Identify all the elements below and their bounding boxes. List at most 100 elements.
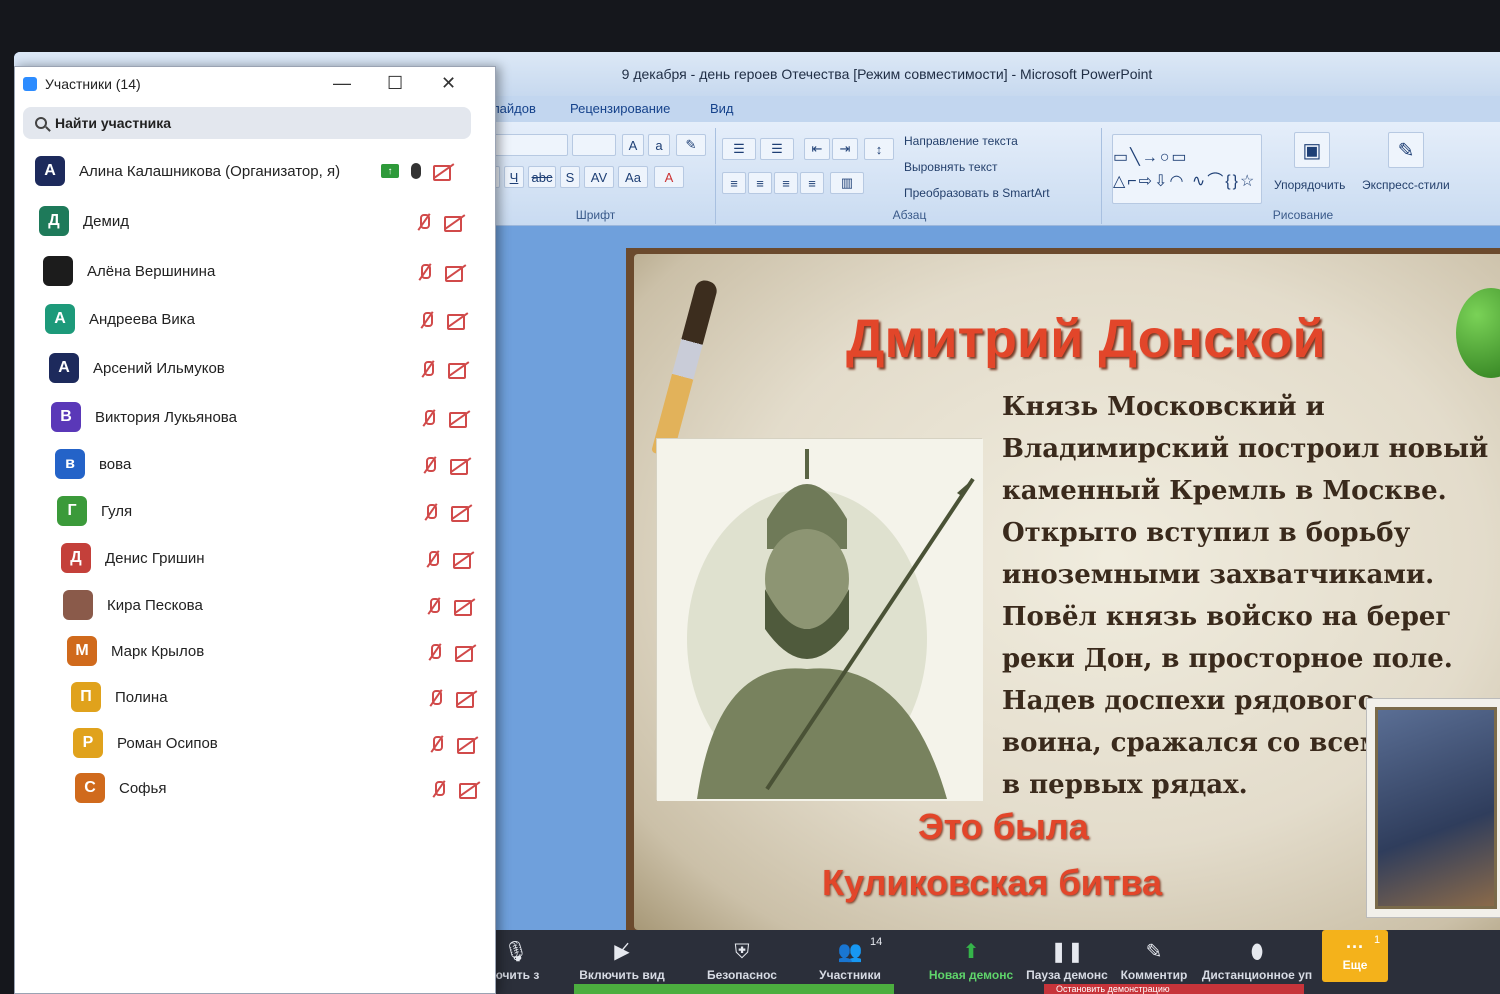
video-off-icon xyxy=(459,781,481,799)
microphone-muted-icon xyxy=(421,503,439,521)
video-off-icon xyxy=(449,410,471,428)
justify-icon[interactable]: ≡ xyxy=(800,172,824,194)
clear-format-icon[interactable]: ✎ xyxy=(676,134,706,156)
participant-name: Кира Пескова xyxy=(107,596,203,614)
participant-status-icons xyxy=(426,689,478,708)
participant-name: вова xyxy=(99,455,132,473)
saint-icon-image xyxy=(1366,698,1500,918)
arrange-button[interactable]: Упорядочить xyxy=(1274,178,1345,192)
participant-row[interactable]: В Виктория Лукьянова xyxy=(51,397,237,437)
participant-status-icons xyxy=(420,456,472,475)
stop-share-button[interactable]: Остановить демонстрацию xyxy=(1044,984,1304,994)
font-color-icon[interactable]: A xyxy=(654,166,684,188)
participant-row[interactable]: Д Демид xyxy=(39,201,129,241)
avatar: Д xyxy=(39,206,69,236)
video-off-icon xyxy=(455,644,477,662)
numbering-icon[interactable]: ☰ xyxy=(760,138,794,160)
zoom-logo-icon xyxy=(23,77,37,91)
participant-status-icons xyxy=(417,311,469,330)
slide-line: реки Дон, в просторное поле. xyxy=(1002,644,1453,674)
microphone-muted-icon xyxy=(424,597,442,615)
tab-view[interactable]: Вид xyxy=(710,101,734,116)
grow-font-icon[interactable]: A xyxy=(622,134,644,156)
slide-canvas[interactable]: Дмитрий Донской Князь Московский и Влади… xyxy=(626,248,1500,930)
participant-row[interactable]: М Марк Крылов xyxy=(67,631,204,671)
smartart-button[interactable]: Преобразовать в SmartArt xyxy=(904,186,1050,200)
tab-review[interactable]: Рецензирование xyxy=(570,101,670,116)
arrange-icon[interactable]: ▣ xyxy=(1294,132,1330,168)
microphone-muted-icon xyxy=(427,735,445,753)
video-off-icon xyxy=(447,312,469,330)
slide-title: Дмитрий Донской xyxy=(846,309,1326,369)
paragraph-group-label: Абзац xyxy=(892,208,927,222)
microphone-muted-icon xyxy=(423,550,441,568)
participant-name: Арсений Ильмуков xyxy=(93,359,225,377)
avatar xyxy=(43,256,73,286)
line-spacing-icon[interactable]: ↕ xyxy=(864,138,894,160)
participant-row[interactable]: П Полина xyxy=(71,677,168,717)
avatar: Г xyxy=(57,496,87,526)
quick-styles-icon[interactable]: ✎ xyxy=(1388,132,1424,168)
participant-status-icons xyxy=(419,409,471,428)
participant-row[interactable]: А Арсений Ильмуков xyxy=(49,348,225,388)
participant-name: Полина xyxy=(115,688,168,706)
participant-row[interactable]: Р Роман Осипов xyxy=(73,723,218,763)
video-off-icon xyxy=(444,214,466,232)
participant-row[interactable]: Д Денис Гришин xyxy=(61,538,205,578)
font-group: A a ✎ K Ч abc S AV Aa A Шрифт xyxy=(476,128,716,224)
pencil-icon: ✎ xyxy=(1145,941,1163,963)
avatar: Р xyxy=(73,728,103,758)
shadow-icon[interactable]: S xyxy=(560,166,580,188)
microphone-muted-icon xyxy=(426,689,444,707)
quick-styles-button[interactable]: Экспресс-стили xyxy=(1362,178,1450,192)
close-icon[interactable]: ✕ xyxy=(441,73,456,94)
align-text-button[interactable]: Выровнять текст xyxy=(904,160,997,174)
participant-row[interactable]: Алёна Вершинина xyxy=(43,251,215,291)
share-screen-icon: ⬆ xyxy=(962,941,980,963)
participant-search-input[interactable]: Найти участника xyxy=(23,107,471,139)
screen: 9 декабря - день героев Отечества [Режим… xyxy=(14,52,1500,994)
align-right-icon[interactable]: ≡ xyxy=(774,172,798,194)
spacing-icon[interactable]: AV xyxy=(584,166,614,188)
case-icon[interactable]: Aa xyxy=(618,166,648,188)
video-off-icon xyxy=(445,264,467,282)
conclusion-line-2: Куликовская битва xyxy=(822,862,1163,903)
increase-indent-icon[interactable]: ⇥ xyxy=(832,138,858,160)
dmitry-donskoy-portrait xyxy=(656,438,983,801)
shapes-gallery[interactable]: ▭╲→○▭ △⌐⇨⇩◠ ∿⌒{}☆ xyxy=(1112,134,1262,204)
avatar: П xyxy=(71,682,101,712)
participant-name: Алёна Вершинина xyxy=(87,262,216,280)
maximize-icon[interactable]: ☐ xyxy=(387,73,403,94)
participant-row[interactable]: в вова xyxy=(55,444,131,484)
video-off-icon xyxy=(448,361,470,379)
align-center-icon[interactable]: ≡ xyxy=(748,172,772,194)
participant-row[interactable]: С Софья xyxy=(75,768,166,808)
shrink-font-icon[interactable]: a xyxy=(648,134,670,156)
microphone-muted-icon xyxy=(419,409,437,427)
microphone-icon: 🎙 xyxy=(503,941,529,963)
participant-status-icons xyxy=(414,213,466,232)
mouse-icon: ⬮ xyxy=(1250,941,1264,963)
slide-line: Князь Московский и xyxy=(1002,392,1325,422)
slide-line: Открыто вступил в борьбу xyxy=(1002,518,1411,548)
bullets-icon[interactable]: ☰ xyxy=(722,138,756,160)
strike-icon[interactable]: abc xyxy=(528,166,556,188)
participant-row[interactable]: А Алина Калашникова (Организатор, я) xyxy=(35,151,340,191)
pause-icon: ❚❚ xyxy=(1050,941,1084,963)
new-share-button[interactable]: ⬆ Новая демонс xyxy=(926,930,1016,994)
underline-icon[interactable]: Ч xyxy=(504,166,524,188)
columns-icon[interactable]: ▥ xyxy=(830,172,864,194)
participant-row[interactable]: Г Гуля xyxy=(57,491,132,531)
participant-row[interactable]: А Андреева Вика xyxy=(45,299,195,339)
participant-row[interactable]: Кира Пескова xyxy=(63,585,203,625)
avatar: А xyxy=(45,304,75,334)
more-dots-icon: ··· xyxy=(1346,937,1364,957)
minimize-icon[interactable]: — xyxy=(333,73,351,94)
microphone-muted-icon xyxy=(418,360,436,378)
participants-title-bar: Участники (14) xyxy=(15,67,495,101)
align-left-icon[interactable]: ≡ xyxy=(722,172,746,194)
text-direction-button[interactable]: Направление текста xyxy=(904,134,1018,148)
avatar: в xyxy=(55,449,85,479)
font-size-select[interactable] xyxy=(572,134,616,156)
decrease-indent-icon[interactable]: ⇤ xyxy=(804,138,830,160)
